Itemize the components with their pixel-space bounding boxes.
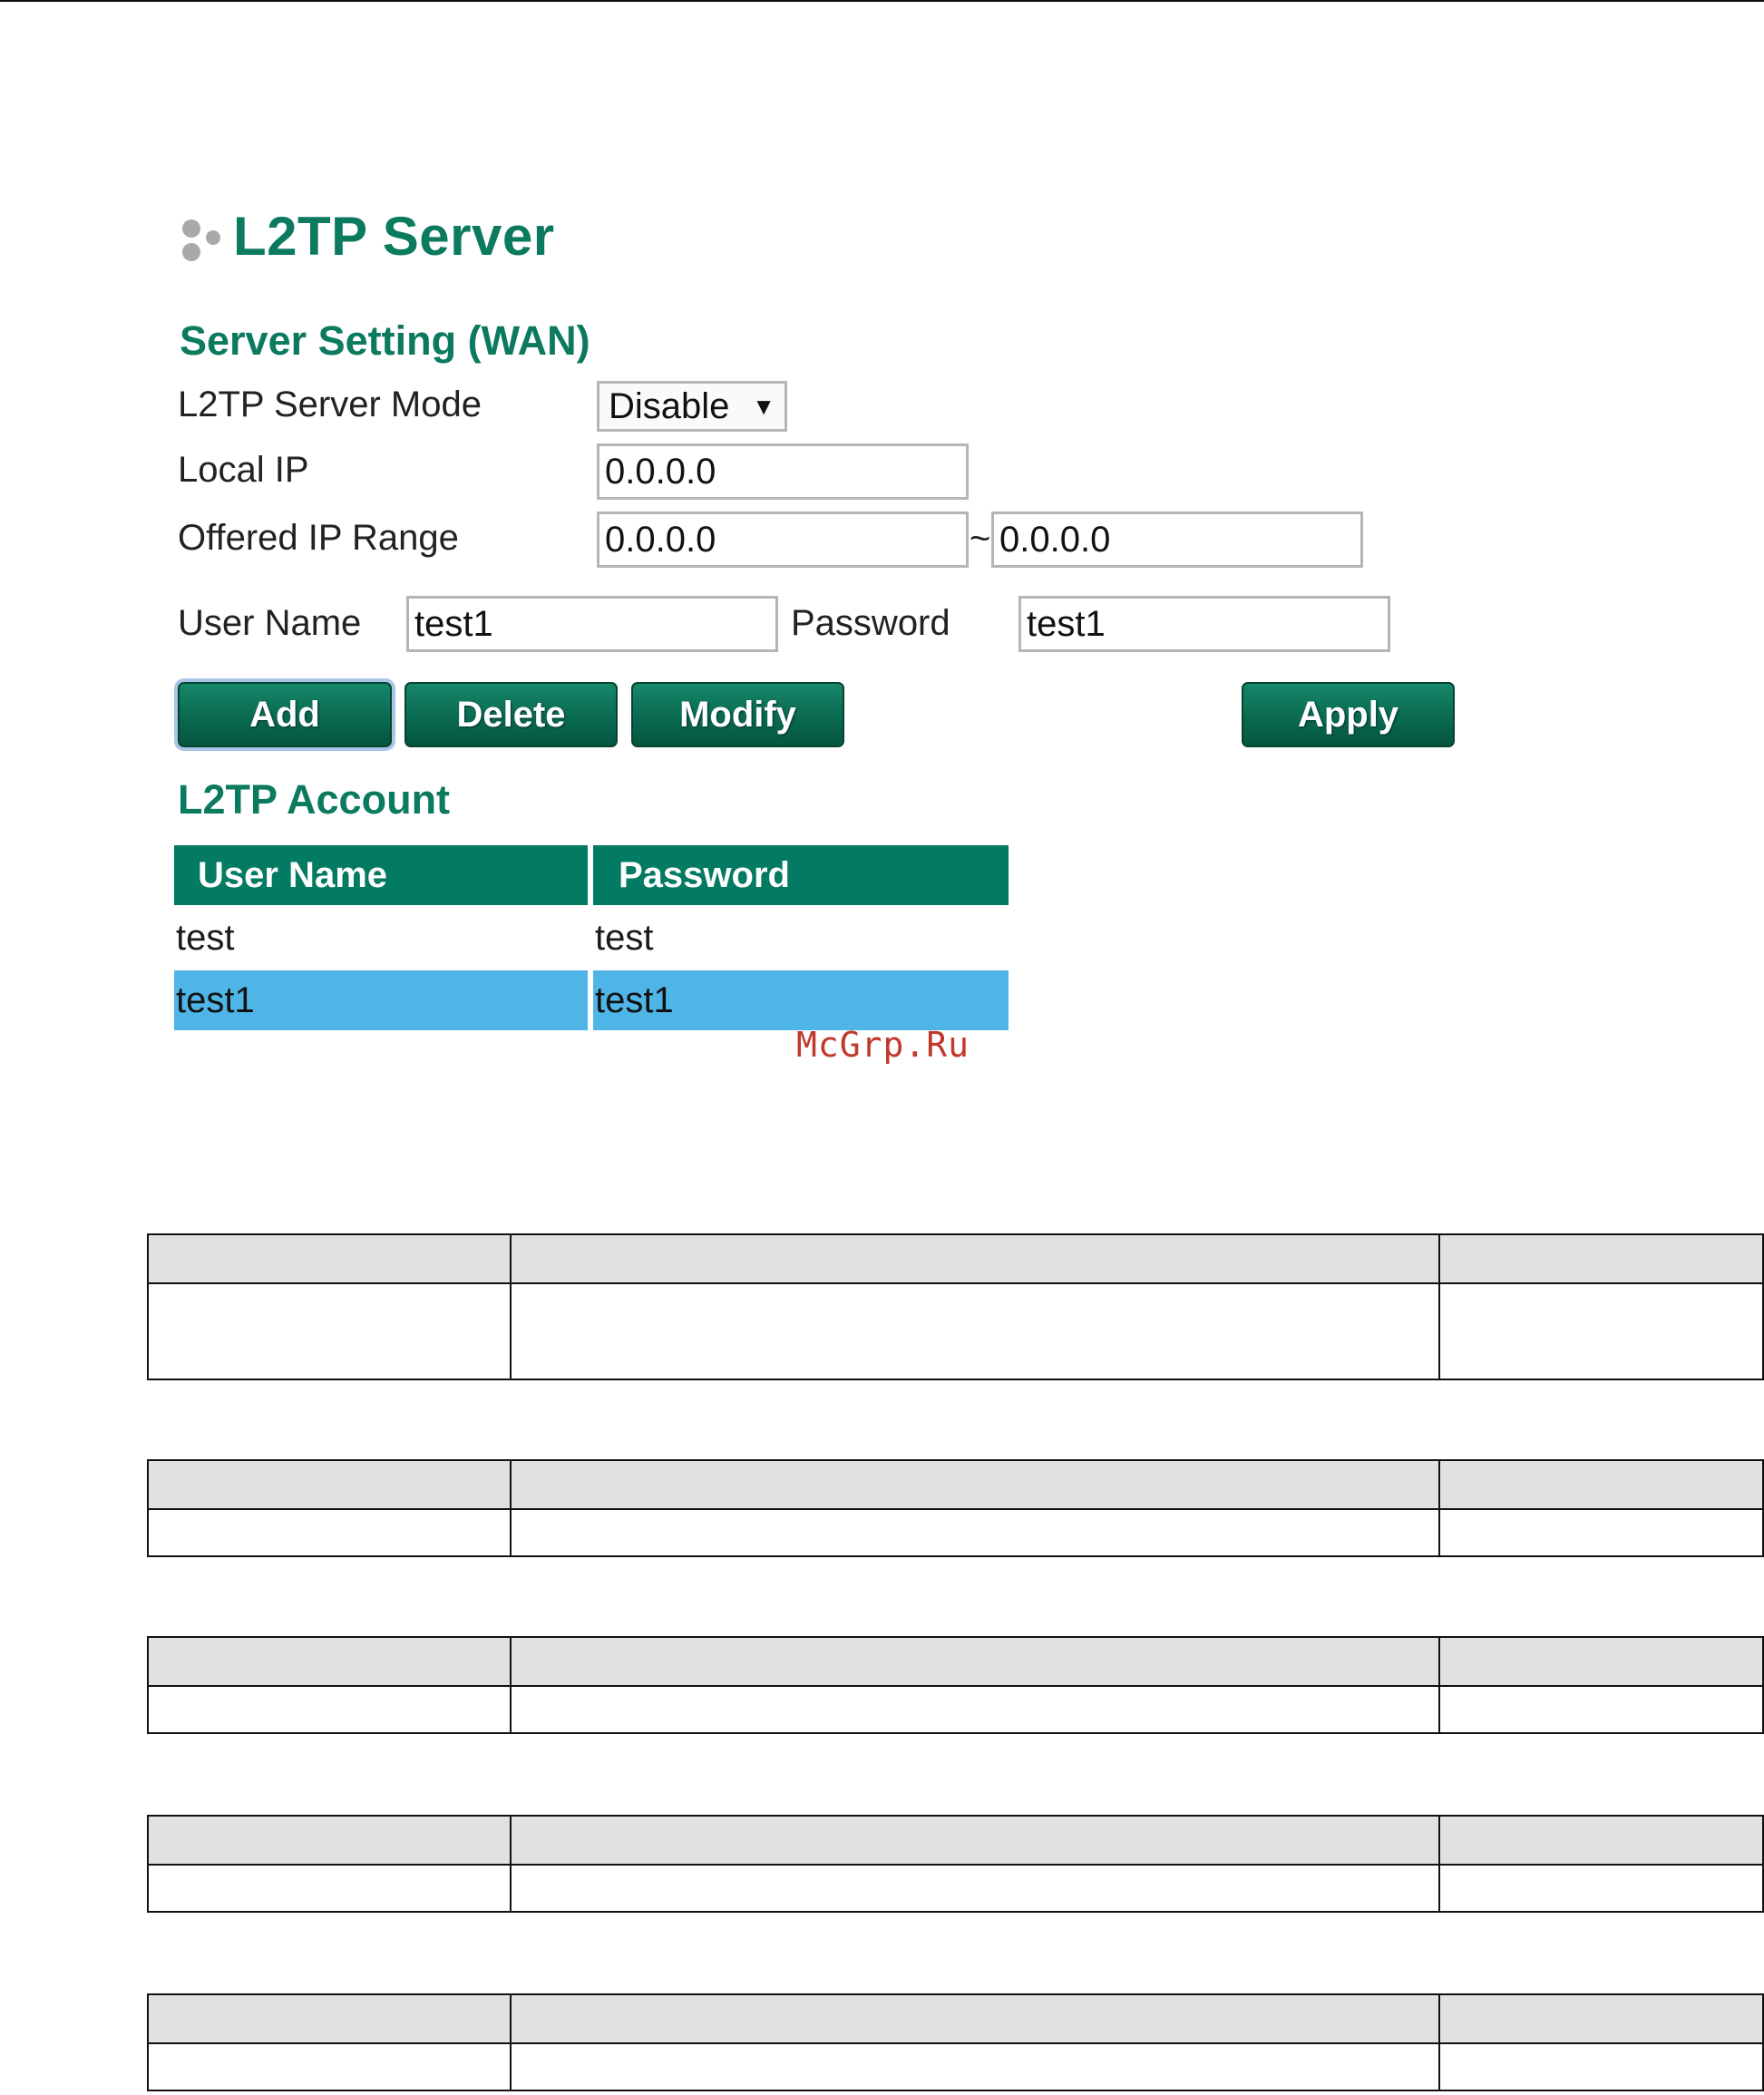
range-separator: ~ — [970, 519, 991, 559]
server-setting-heading: Server Setting (WAN) — [180, 317, 590, 364]
table-row — [146, 2042, 1764, 2091]
column-header-username: User Name — [174, 845, 588, 905]
row-username: test1 — [174, 970, 588, 1030]
table-header-row — [146, 1459, 1764, 1510]
row-password: test1 — [593, 970, 1009, 1030]
username-label: User Name — [178, 603, 362, 643]
server-mode-label: L2TP Server Mode — [178, 385, 482, 424]
page-title-text: L2TP Server — [233, 205, 555, 267]
settings-table-3 — [146, 1636, 1764, 1734]
server-mode-value: Disable — [609, 386, 730, 426]
watermark: McGrp.Ru — [796, 1025, 970, 1065]
settings-table-1 — [146, 1233, 1764, 1380]
settings-table-4 — [146, 1815, 1764, 1913]
table-row — [146, 1864, 1764, 1913]
offered-ip-range-end-input[interactable]: 0.0.0.0 — [991, 512, 1363, 568]
table-row[interactable]: test test — [174, 908, 1009, 968]
local-ip-input[interactable]: 0.0.0.0 — [597, 443, 969, 500]
local-ip-label: Local IP — [178, 450, 309, 490]
table-header-row — [146, 1993, 1764, 2044]
row-password: test — [595, 917, 654, 958]
page-title: L2TP Server — [177, 200, 555, 272]
server-mode-select[interactable]: Disable ▼ — [597, 381, 787, 432]
username-input[interactable]: test1 — [406, 596, 778, 652]
account-table: User Name Password test test test1 test1 — [174, 845, 1009, 1033]
account-table-header: User Name Password — [174, 845, 1009, 905]
table-row-selected[interactable]: test1 test1 — [174, 970, 1009, 1030]
add-button[interactable]: Add — [178, 682, 392, 747]
password-input[interactable]: test1 — [1018, 596, 1390, 652]
offered-ip-range-start-input[interactable]: 0.0.0.0 — [597, 512, 969, 568]
top-rule — [0, 0, 1764, 2]
column-header-password: Password — [593, 845, 1009, 905]
account-heading: L2TP Account — [178, 776, 451, 823]
table-row — [146, 1282, 1764, 1380]
table-row — [146, 1508, 1764, 1557]
chevron-down-icon: ▼ — [752, 393, 775, 420]
settings-table-5 — [146, 1993, 1764, 2091]
table-header-row — [146, 1233, 1764, 1284]
offered-ip-range-label: Offered IP Range — [178, 518, 459, 558]
password-label: Password — [791, 603, 950, 643]
dots-icon — [177, 209, 228, 263]
apply-button[interactable]: Apply — [1242, 682, 1455, 747]
modify-button[interactable]: Modify — [631, 682, 844, 747]
delete-button[interactable]: Delete — [404, 682, 618, 747]
table-header-row — [146, 1815, 1764, 1866]
row-username: test — [176, 917, 235, 958]
table-row — [146, 1685, 1764, 1734]
settings-table-2 — [146, 1459, 1764, 1557]
table-header-row — [146, 1636, 1764, 1687]
